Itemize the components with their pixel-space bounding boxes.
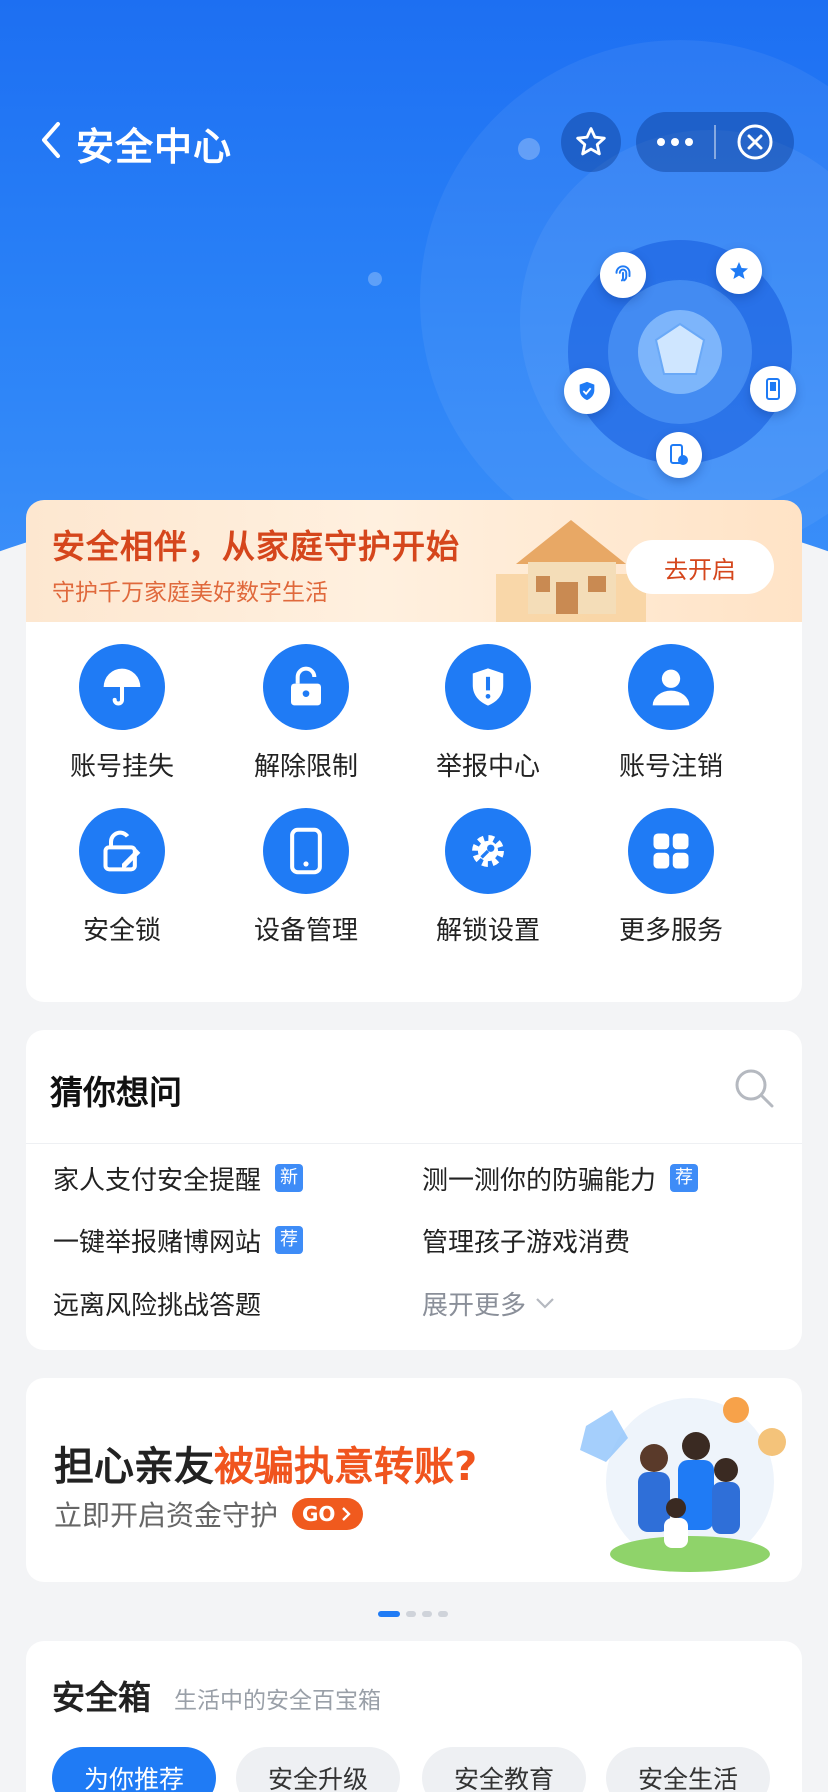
promo-title-prefix: 担心亲友	[54, 1444, 214, 1490]
service-account-cancel[interactable]: 账号注销	[579, 622, 763, 782]
recommend-tag: 荐	[275, 1226, 304, 1254]
safe-box-subtitle: 生活中的安全百宝箱	[174, 1688, 381, 1714]
faq-item[interactable]: 一键举报赌博网站 荐	[53, 1220, 304, 1260]
expand-more[interactable]: 展开更多	[422, 1283, 556, 1323]
tab-education[interactable]: 安全教育	[422, 1747, 587, 1792]
faq-text: 管理孩子游戏消费	[422, 1227, 631, 1258]
faq-text: 家人支付安全提醒	[53, 1165, 262, 1196]
search-icon[interactable]	[732, 1066, 776, 1110]
tab-recommended[interactable]: 为你推荐	[52, 1747, 217, 1792]
banner-title: 安全相伴，从家庭守护开始	[52, 527, 460, 566]
star-icon	[730, 262, 748, 279]
star-badge	[716, 248, 762, 294]
service-label: 更多服务	[618, 916, 723, 946]
family-guard-banner[interactable]: 安全相伴，从家庭守护开始 守护千万家庭美好数字生活 去开启	[26, 500, 802, 622]
service-account-loss[interactable]: 账号挂失	[30, 622, 214, 782]
faq-item[interactable]: 远离风险挑战答题	[53, 1283, 261, 1323]
user-icon	[628, 644, 714, 730]
shield-check-badge	[564, 368, 610, 414]
gear-key-icon	[445, 808, 531, 894]
safe-box-title: 安全箱	[52, 1678, 151, 1717]
promo-subtitle: 立即开启资金守护	[54, 1499, 279, 1532]
phone-icon	[766, 378, 780, 400]
house-illustration	[496, 520, 646, 622]
services-grid: 账号挂失 解除限制 举报中心 账号注销 安全锁 设备管理 解锁设置 更多服务	[26, 622, 802, 1002]
indicator-dot	[422, 1611, 432, 1617]
new-tag: 新	[275, 1164, 304, 1192]
promo-title-highlight: 被骗执意转账?	[214, 1444, 478, 1490]
faq-text: 远离风险挑战答题	[53, 1290, 262, 1321]
device-lock-badge	[656, 432, 702, 478]
service-label: 安全锁	[82, 916, 161, 946]
promo-subtitle-row: 立即开启资金守护 GO	[54, 1494, 364, 1534]
faq-item[interactable]: 测一测你的防骗能力 荐	[422, 1158, 699, 1198]
grid-icon	[628, 808, 714, 894]
page-title: 安全中心	[76, 125, 233, 169]
recommend-tag: 荐	[670, 1164, 699, 1192]
navbar: 安全中心	[0, 96, 828, 186]
device-badge	[750, 366, 796, 412]
tab-life[interactable]: 安全生活	[606, 1747, 771, 1792]
device-lock-icon	[670, 444, 688, 465]
service-label: 解除限制	[253, 752, 358, 782]
decor-dot	[368, 272, 382, 286]
service-report-center[interactable]: 举报中心	[396, 622, 580, 782]
service-security-lock[interactable]: 安全锁	[30, 786, 214, 946]
indicator-dot	[438, 1611, 448, 1617]
service-unlock-settings[interactable]: 解锁设置	[396, 786, 580, 946]
safe-box-section: 安全箱 生活中的安全百宝箱 为你推荐 安全升级 安全教育 安全生活	[26, 1641, 802, 1792]
service-remove-restriction[interactable]: 解除限制	[214, 622, 398, 782]
faq-item[interactable]: 管理孩子游戏消费	[422, 1220, 630, 1260]
unlock-icon	[263, 644, 349, 730]
enable-button[interactable]: 去开启	[626, 540, 774, 594]
back-button[interactable]	[36, 118, 76, 166]
faq-item[interactable]: 家人支付安全提醒 新	[53, 1158, 304, 1198]
family-illustration	[580, 1397, 786, 1572]
security-shield-graphic	[560, 240, 800, 480]
star-icon	[576, 127, 606, 156]
service-label: 解锁设置	[435, 916, 540, 946]
hero-header: 安全中心	[0, 0, 828, 580]
faq-text: 一键举报赌博网站	[53, 1227, 262, 1258]
more-dots-icon	[657, 138, 693, 146]
indicator-dot	[406, 1611, 416, 1617]
indicator-dot-active	[378, 1611, 400, 1617]
service-label: 账号挂失	[69, 752, 174, 782]
service-device-management[interactable]: 设备管理	[214, 786, 398, 946]
shield-icon	[654, 322, 706, 375]
divider	[26, 1143, 802, 1144]
service-more[interactable]: 更多服务	[579, 786, 763, 946]
promo-title: 担心亲友被骗执意转账?	[54, 1434, 477, 1492]
phone-icon	[263, 808, 349, 894]
favorite-button[interactable]	[561, 112, 621, 172]
close-circle-icon	[737, 124, 773, 160]
fingerprint-badge	[600, 252, 646, 298]
service-label: 举报中心	[435, 752, 540, 782]
umbrella-icon	[79, 644, 165, 730]
banner-subtitle: 守护千万家庭美好数字生活	[52, 580, 328, 606]
faq-text: 测一测你的防骗能力	[422, 1165, 657, 1196]
miniapp-capsule	[636, 112, 794, 172]
chevron-left-icon	[42, 122, 60, 158]
tab-upgrade[interactable]: 安全升级	[236, 1747, 401, 1792]
go-button[interactable]: GO	[292, 1498, 364, 1530]
go-label: GO	[302, 1502, 336, 1526]
expand-label: 展开更多	[422, 1290, 527, 1321]
fingerprint-icon	[615, 265, 631, 282]
shield-check-icon	[579, 381, 595, 401]
service-label: 设备管理	[253, 916, 358, 946]
shield-alert-icon	[445, 644, 531, 730]
faq-card: 猜你想问 家人支付安全提醒 新 测一测你的防骗能力 荐 一键举报赌博网站 荐 管…	[26, 1030, 802, 1350]
close-button[interactable]	[716, 112, 794, 172]
lock-edit-icon	[79, 808, 165, 894]
fund-guard-promo[interactable]: 担心亲友被骗执意转账? 立即开启资金守护 GO	[26, 1378, 802, 1582]
faq-title: 猜你想问	[50, 1073, 182, 1112]
chevron-down-icon	[536, 1298, 554, 1309]
chevron-right-icon	[342, 1507, 352, 1521]
carousel-indicator	[378, 1611, 448, 1617]
more-button[interactable]	[636, 112, 714, 172]
service-label: 账号注销	[618, 752, 723, 782]
